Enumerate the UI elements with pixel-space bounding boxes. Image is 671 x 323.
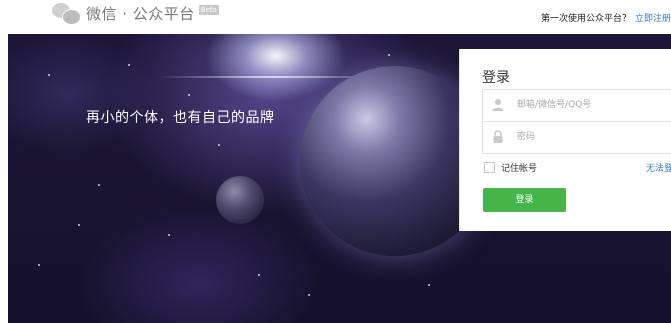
slogan: 再小的个体，也有自己的品牌 — [86, 110, 275, 126]
planet-small — [216, 176, 264, 224]
platform-title: 微信 · 公众平台 — [86, 4, 195, 23]
cannot-login-link[interactable]: 无法登录？ — [646, 161, 671, 174]
first-time-text: 第一次使用公众平台？ — [540, 14, 631, 24]
login-panel: 登录 记住帐号 无法登录？ 登录 — [459, 49, 671, 231]
wechat-logo[interactable]: 微信 · 公众平台 Beta — [52, 0, 219, 26]
user-icon — [492, 99, 504, 111]
username-input[interactable] — [517, 96, 667, 114]
wechat-logo-icon — [52, 1, 82, 25]
beta-badge: Beta — [198, 5, 219, 15]
remember-label: 记住帐号 — [501, 164, 538, 174]
register-prompt: 第一次使用公众平台？ 立即注册 — [541, 11, 671, 24]
top-header: 微信 · 公众平台 Beta 第一次使用公众平台？ 立即注册 — [0, 0, 671, 34]
password-input[interactable] — [517, 128, 667, 146]
login-title: 登录 — [482, 70, 510, 86]
lock-icon — [493, 130, 503, 143]
login-button[interactable]: 登录 — [483, 188, 566, 212]
remember-account[interactable]: 记住帐号 — [484, 161, 537, 174]
register-link[interactable]: 立即注册 — [635, 14, 671, 24]
username-field[interactable] — [482, 89, 671, 122]
password-field[interactable] — [482, 121, 671, 154]
remember-checkbox[interactable] — [484, 162, 495, 173]
